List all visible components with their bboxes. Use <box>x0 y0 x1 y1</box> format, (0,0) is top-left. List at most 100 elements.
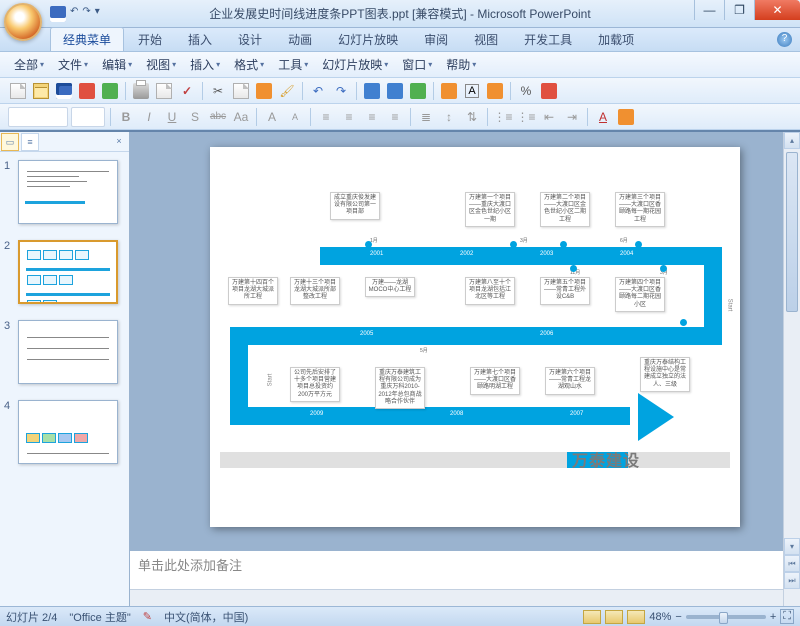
timeline-textbox[interactable]: 万建第八至十个项目龙湖包括江北区等工程 <box>465 277 515 305</box>
thumbnail-2[interactable]: 2 <box>0 232 129 312</box>
newslide-button[interactable] <box>616 107 636 127</box>
office-button[interactable] <box>4 3 42 41</box>
permission-button[interactable] <box>77 81 97 101</box>
ribbon-tab-review[interactable]: 审阅 <box>412 28 460 51</box>
ribbon-tab-design[interactable]: 设计 <box>226 28 274 51</box>
timeline-textbox[interactable]: 万建十三个项目龙湖大城派所部整改工程 <box>290 277 340 305</box>
zoom-in-button[interactable]: + <box>770 611 776 623</box>
zoom-level[interactable]: 48% <box>649 611 671 623</box>
timeline-textbox[interactable]: 万建——龙湖MOCO中心工程 <box>365 277 415 297</box>
outline-tab[interactable]: ≡ <box>21 133 39 151</box>
numbering-button[interactable]: ⋮≡ <box>516 107 536 127</box>
ribbon-tab-insert[interactable]: 插入 <box>176 28 224 51</box>
ribbon-tab-animations[interactable]: 动画 <box>276 28 324 51</box>
menu-all[interactable]: 全部▾ <box>8 54 50 75</box>
table-button[interactable] <box>362 81 382 101</box>
underline-button[interactable]: U <box>162 107 182 127</box>
columns-button[interactable]: ≣ <box>416 107 436 127</box>
timeline-textbox[interactable]: 万建第三个项目——大渡口区香颐路每一期花园工程 <box>615 192 665 227</box>
align-justify-button[interactable]: ≡ <box>385 107 405 127</box>
thumbnail-1[interactable]: 1 <box>0 152 129 232</box>
new-button[interactable] <box>8 81 28 101</box>
slideshow-view-button[interactable] <box>627 610 645 624</box>
bold-button[interactable]: B <box>116 107 136 127</box>
timeline-textbox[interactable]: 万建第七个项目——大渡口区香颐路明湖工程 <box>470 367 520 395</box>
zoom-out-button[interactable]: − <box>675 611 681 623</box>
undo-icon[interactable]: ↶ <box>70 6 78 22</box>
spellcheck-button[interactable]: ✓ <box>177 81 197 101</box>
notes-pane[interactable]: 单击此处添加备注 <box>130 549 783 589</box>
save-icon[interactable] <box>50 6 66 22</box>
menu-edit[interactable]: 编辑▾ <box>96 54 138 75</box>
maximize-button[interactable]: ❐ <box>724 0 754 20</box>
spellcheck-icon[interactable]: ✎ <box>143 610 152 623</box>
timeline-textbox[interactable]: 成立重庆俊发建设有限公司第一项目部 <box>330 192 380 220</box>
paste-button[interactable] <box>254 81 274 101</box>
textbox-button[interactable]: A <box>462 81 482 101</box>
fontsize-dropdown[interactable] <box>71 107 105 127</box>
slides-tab[interactable]: ▭ <box>1 133 19 151</box>
menu-help[interactable]: 帮助▾ <box>440 54 482 75</box>
timeline-textbox[interactable]: 重庆万泰结构工程设施中心是常建成立独立的法人、三级 <box>640 357 690 392</box>
ribbon-tab-view[interactable]: 视图 <box>462 28 510 51</box>
ribbon-tab-developer[interactable]: 开发工具 <box>512 28 584 51</box>
language-status[interactable]: 中文(简体，中国) <box>164 609 248 625</box>
email-button[interactable] <box>100 81 120 101</box>
minimize-button[interactable]: — <box>694 0 724 20</box>
format-painter-button[interactable]: 🖌 <box>277 81 297 101</box>
indent-dec-button[interactable]: ⇤ <box>539 107 559 127</box>
current-slide[interactable]: 万泰建设 2001 2002 2003 2004 2005 2006 2009 … <box>210 147 740 527</box>
help-button[interactable] <box>539 81 559 101</box>
bullets-button[interactable]: ⋮≡ <box>493 107 513 127</box>
thumbnail-4[interactable]: 4 <box>0 392 129 472</box>
prev-slide-button[interactable]: ⏮ <box>784 555 800 572</box>
align-left-button[interactable]: ≡ <box>316 107 336 127</box>
menu-file[interactable]: 文件▾ <box>52 54 94 75</box>
timeline-textbox[interactable]: 公司先后安排了十多个项目营建项目总投资约200万平方元 <box>290 367 340 402</box>
timeline-textbox[interactable]: 万建第十四百个项目龙湖大城派所工程 <box>228 277 278 305</box>
italic-button[interactable]: I <box>139 107 159 127</box>
timeline-textbox[interactable]: 万建第六个项目——常青工程龙湖观山水 <box>545 367 595 395</box>
sorter-view-button[interactable] <box>605 610 623 624</box>
fontcolor-button[interactable]: A <box>593 107 613 127</box>
shapes-button[interactable] <box>439 81 459 101</box>
redo-button[interactable]: ↷ <box>331 81 351 101</box>
help-icon[interactable]: ? <box>777 32 792 47</box>
menu-view[interactable]: 视图▾ <box>140 54 182 75</box>
preview-button[interactable] <box>154 81 174 101</box>
align-right-button[interactable]: ≡ <box>362 107 382 127</box>
menu-format[interactable]: 格式▾ <box>228 54 270 75</box>
timeline-textbox[interactable]: 重庆万泰建筑工程有限公司成为重庆万科2010-2012年总包商战略合作伙伴 <box>375 367 425 409</box>
scroll-up-button[interactable]: ▴ <box>784 132 800 149</box>
save-button[interactable] <box>54 81 74 101</box>
indent-inc-button[interactable]: ⇥ <box>562 107 582 127</box>
align-center-button[interactable]: ≡ <box>339 107 359 127</box>
thumbnail-3[interactable]: 3 <box>0 312 129 392</box>
copy-button[interactable] <box>231 81 251 101</box>
chart-button[interactable] <box>385 81 405 101</box>
ribbon-tab-classic[interactable]: 经典菜单 <box>50 27 124 51</box>
scroll-down-button[interactable]: ▾ <box>784 538 800 555</box>
font-dropdown[interactable] <box>8 107 68 127</box>
shrink-font-button[interactable]: A <box>285 107 305 127</box>
next-slide-button[interactable]: ⏭ <box>784 572 800 589</box>
scrollbar-thumb[interactable] <box>786 152 798 312</box>
grow-font-button[interactable]: A <box>262 107 282 127</box>
timeline-textbox[interactable]: 万建第五个项目——常青工程外设C&B <box>540 277 590 305</box>
linespacing-button[interactable]: ↕ <box>439 107 459 127</box>
timeline-textbox[interactable]: 万建第四个项目——大渡口区香颐路每二期花园小区 <box>615 277 665 312</box>
vertical-scrollbar[interactable]: ▴ ▾ ⏮ ⏭ <box>783 132 800 606</box>
changecase-button[interactable]: Aa <box>231 107 251 127</box>
undo-button[interactable]: ↶ <box>308 81 328 101</box>
horizontal-scrollbar[interactable] <box>130 589 783 606</box>
close-button[interactable]: ✕ <box>754 0 800 20</box>
redo-icon[interactable]: ↷ <box>82 6 90 22</box>
print-button[interactable] <box>131 81 151 101</box>
menu-slideshow[interactable]: 幻灯片放映▾ <box>316 54 394 75</box>
ribbon-tab-slideshow[interactable]: 幻灯片放映 <box>326 28 410 51</box>
textdir-button[interactable]: ⇅ <box>462 107 482 127</box>
strike-button[interactable]: abc <box>208 107 228 127</box>
close-panel-button[interactable]: × <box>110 133 128 151</box>
timeline-textbox[interactable]: 万建第二个项目——大渡口区金色世纪小区二期工程 <box>540 192 590 227</box>
zoom-slider[interactable] <box>686 615 766 619</box>
